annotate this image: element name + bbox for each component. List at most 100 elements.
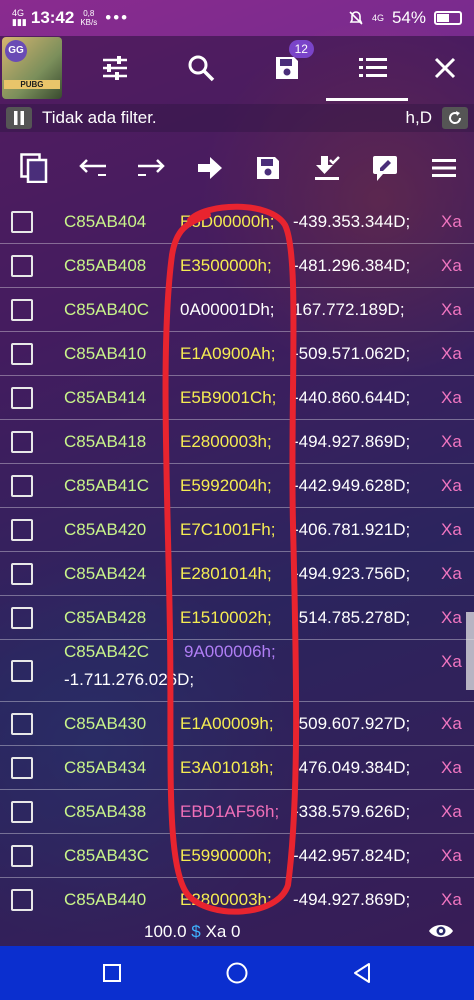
row-address: C85AB404 bbox=[64, 212, 147, 231]
row-hex-value: EBD1AF56h; bbox=[180, 802, 280, 821]
row-hex-value: E5990000h; bbox=[180, 846, 272, 865]
home-icon bbox=[226, 962, 248, 984]
next-button[interactable] bbox=[131, 148, 171, 188]
table-row[interactable]: C85AB434 E3A01018h; -476.049.384D; Xa bbox=[0, 746, 474, 790]
row-hex-value: E5D00000h; bbox=[180, 212, 275, 231]
previous-button[interactable] bbox=[73, 148, 113, 188]
filter-settings-button[interactable] bbox=[86, 36, 144, 100]
table-row[interactable]: C85AB40C 0A00001Dh; 167.772.189D; Xa bbox=[0, 288, 474, 332]
pause-icon bbox=[14, 111, 24, 125]
row-checkbox[interactable] bbox=[11, 211, 33, 233]
row-checkbox[interactable] bbox=[11, 387, 33, 409]
refresh-icon bbox=[449, 111, 462, 124]
row-checkbox[interactable] bbox=[11, 660, 33, 682]
table-row[interactable]: C85AB430 E1A00009h; -509.607.927D; Xa bbox=[0, 702, 474, 746]
app-icon[interactable]: GG PUBG bbox=[2, 37, 62, 99]
row-decimal-value: -494.927.869D; bbox=[293, 432, 411, 451]
home-button[interactable] bbox=[217, 953, 257, 993]
row-checkbox[interactable] bbox=[11, 757, 33, 779]
edit-button[interactable] bbox=[365, 148, 405, 188]
row-hex-value: 9A000006h; bbox=[184, 642, 276, 661]
selected-value: 100.0 bbox=[144, 922, 187, 941]
row-address: C85AB438 bbox=[64, 802, 147, 821]
copy-button[interactable] bbox=[14, 148, 54, 188]
save-icon bbox=[275, 57, 298, 79]
clock: 13:42 bbox=[30, 8, 75, 27]
table-row[interactable]: C85AB420 E7C1001Fh; -406.781.921D; Xa bbox=[0, 508, 474, 552]
row-checkbox[interactable] bbox=[11, 299, 33, 321]
list-scrollbar[interactable] bbox=[466, 612, 474, 690]
menu-button[interactable] bbox=[424, 148, 464, 188]
saved-count-badge: 12 bbox=[288, 40, 314, 58]
recents-button[interactable] bbox=[92, 953, 132, 993]
row-hex-value: E3A01018h; bbox=[180, 758, 274, 777]
row-value-type: Xa bbox=[441, 300, 462, 319]
row-hex-value: E7C1001Fh; bbox=[180, 520, 276, 539]
network-speed: 0,8 KB/s bbox=[80, 9, 98, 27]
selection-info-bar: 100.0 $ Xa 0 bbox=[0, 918, 474, 946]
value-format-mode[interactable]: h,D bbox=[406, 108, 432, 128]
back-button[interactable] bbox=[342, 953, 382, 993]
table-row[interactable]: C85AB410 E1A0900Ah; -509.571.062D; Xa bbox=[0, 332, 474, 376]
row-hex-value: E1A00009h; bbox=[180, 714, 274, 733]
row-hex-value: E3500000h; bbox=[180, 256, 272, 275]
search-button[interactable] bbox=[172, 36, 230, 100]
goto-button[interactable] bbox=[190, 148, 230, 188]
row-address: C85AB418 bbox=[64, 432, 147, 451]
table-row[interactable]: C85AB438 EBD1AF56h; -338.579.626D; Xa bbox=[0, 790, 474, 834]
row-decimal-value: -439.353.344D; bbox=[293, 212, 411, 231]
copy-icon bbox=[20, 153, 48, 183]
row-address: C85AB424 bbox=[64, 564, 147, 583]
search-icon bbox=[188, 55, 215, 82]
row-value-type: Xa bbox=[441, 714, 462, 733]
table-row[interactable]: C85AB414 E5B9001Ch; -440.860.644D; Xa bbox=[0, 376, 474, 420]
row-decimal-value: -509.571.062D; bbox=[293, 344, 411, 363]
row-checkbox[interactable] bbox=[11, 845, 33, 867]
back-icon bbox=[353, 963, 370, 983]
battery-icon bbox=[434, 11, 462, 25]
save-selection-button[interactable] bbox=[248, 148, 288, 188]
row-checkbox[interactable] bbox=[11, 889, 33, 911]
row-checkbox[interactable] bbox=[11, 343, 33, 365]
row-value-type: Xa bbox=[441, 564, 462, 583]
row-checkbox[interactable] bbox=[11, 563, 33, 585]
status-bar: 4G ▮▮▮ 13:42 0,8 KB/s ••• 4G 54% bbox=[0, 0, 474, 36]
pause-button[interactable] bbox=[6, 107, 32, 129]
row-checkbox[interactable] bbox=[11, 475, 33, 497]
row-checkbox[interactable] bbox=[11, 255, 33, 277]
row-decimal-value: -514.785.278D; bbox=[293, 608, 411, 627]
row-address: C85AB40C bbox=[64, 300, 150, 319]
table-row[interactable]: C85AB42C 9A000006h; -1.711.276.026D; Xa bbox=[0, 640, 474, 702]
row-checkbox[interactable] bbox=[11, 431, 33, 453]
row-address: C85AB414 bbox=[64, 388, 147, 407]
list-button[interactable] bbox=[344, 36, 402, 100]
row-value-type: Xa bbox=[441, 608, 462, 627]
table-row[interactable]: C85AB418 E2800003h; -494.927.869D; Xa bbox=[0, 420, 474, 464]
memory-results-list[interactable]: C85AB404 E5D00000h; -439.353.344D; Xa C85AB4… bbox=[0, 200, 474, 916]
row-checkbox[interactable] bbox=[11, 713, 33, 735]
row-address: C85AB41C bbox=[64, 476, 150, 495]
row-checkbox[interactable] bbox=[11, 607, 33, 629]
saved-list-button[interactable]: 12 bbox=[258, 36, 316, 100]
load-button[interactable] bbox=[307, 148, 347, 188]
refresh-button[interactable] bbox=[442, 107, 468, 129]
row-decimal-value: 167.772.189D; bbox=[293, 300, 405, 319]
top-toolbar: GG PUBG 12 bbox=[0, 36, 474, 100]
close-button[interactable] bbox=[416, 36, 474, 100]
table-row[interactable]: C85AB408 E3500000h; -481.296.384D; Xa bbox=[0, 244, 474, 288]
row-checkbox[interactable] bbox=[11, 801, 33, 823]
row-decimal-value: -494.927.869D; bbox=[293, 890, 411, 909]
arrow-left-icon bbox=[78, 159, 106, 176]
table-row[interactable]: C85AB428 E1510002h; -514.785.278D; Xa bbox=[0, 596, 474, 640]
table-row[interactable]: C85AB424 E2801014h; -494.923.756D; Xa bbox=[0, 552, 474, 596]
table-row[interactable]: C85AB41C E5992004h; -442.949.628D; Xa bbox=[0, 464, 474, 508]
table-row[interactable]: C85AB440 E2800003h; -494.927.869D; Xa bbox=[0, 878, 474, 916]
table-row[interactable]: C85AB43C E5990000h; -442.957.824D; Xa bbox=[0, 834, 474, 878]
row-value-type: Xa bbox=[441, 652, 462, 671]
visibility-toggle[interactable] bbox=[428, 922, 454, 945]
row-checkbox[interactable] bbox=[11, 519, 33, 541]
row-address: C85AB410 bbox=[64, 344, 147, 363]
row-address: C85AB420 bbox=[64, 520, 147, 539]
table-row[interactable]: C85AB404 E5D00000h; -439.353.344D; Xa bbox=[0, 200, 474, 244]
row-address: C85AB43C bbox=[64, 846, 150, 865]
